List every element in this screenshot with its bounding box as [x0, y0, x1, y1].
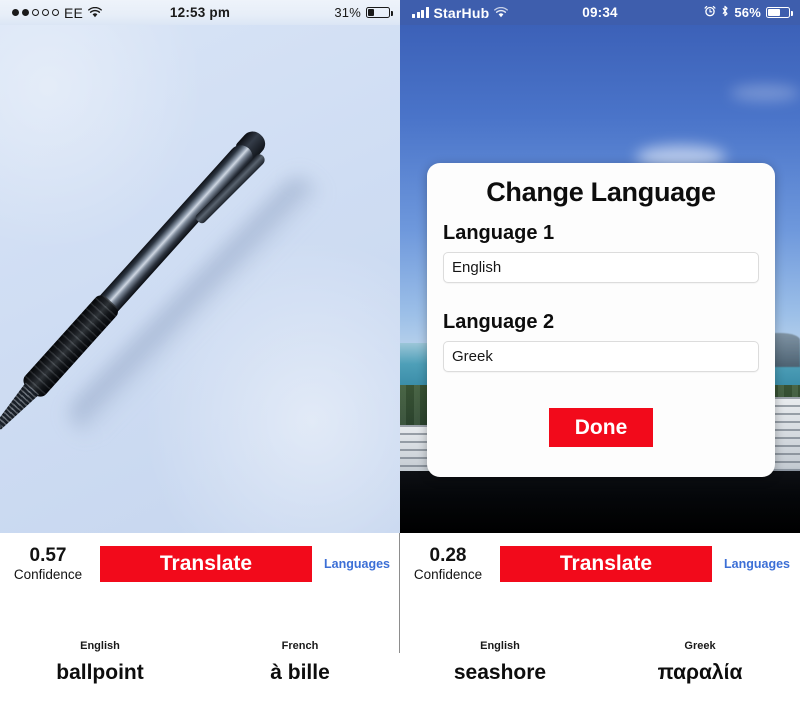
alarm-clock-icon [704, 5, 716, 20]
translate-button[interactable]: Translate [100, 546, 312, 582]
left-confidence-block: 0.57 Confidence [4, 545, 92, 583]
cloud [730, 85, 800, 101]
right-status-bar: StarHub 09:34 56% [400, 0, 800, 25]
confidence-value: 0.28 [429, 544, 467, 566]
language-2-field-group: Language 2 Greek [443, 311, 759, 372]
language-1-input[interactable]: English [443, 252, 759, 283]
result-language-label: English [80, 640, 120, 652]
language-1-label: Language 1 [443, 222, 555, 244]
battery-icon [766, 7, 793, 18]
left-phone-screenshot: EE 12:53 pm 31% 0.57 Confidence Translat… [0, 0, 400, 711]
battery-percent: 56% [734, 5, 761, 20]
dialog-actions: Done [443, 408, 759, 448]
language-1-field-group: Language 1 English [443, 222, 759, 283]
field-spacer [443, 283, 759, 311]
right-bottom-panel: 0.28 Confidence Translate Languages Engl… [400, 533, 800, 711]
result-word: seashore [453, 661, 547, 684]
language-2-label: Language 2 [443, 311, 555, 333]
dialog-title: Change Language [486, 177, 716, 207]
result-target: French à bille [200, 640, 400, 685]
language-2-input[interactable]: Greek [443, 341, 759, 372]
result-word: à bille [270, 661, 330, 684]
bluetooth-icon [721, 5, 729, 20]
left-camera-photo [0, 25, 400, 533]
languages-link[interactable]: Languages [320, 557, 394, 571]
result-language-label: English [480, 640, 520, 652]
translate-button[interactable]: Translate [500, 546, 712, 582]
result-target: Greek παραλία [600, 640, 800, 685]
result-word: ballpoint [56, 661, 144, 684]
result-source: English seashore [400, 640, 600, 685]
battery-icon [366, 7, 393, 18]
panel-divider [399, 533, 400, 653]
right-confidence-block: 0.28 Confidence [404, 545, 492, 583]
confidence-label: Confidence [13, 566, 83, 582]
languages-link[interactable]: Languages [720, 557, 794, 571]
pen-cone [0, 382, 39, 433]
left-status-right-group: 31% [334, 5, 393, 20]
confidence-value: 0.57 [29, 544, 67, 566]
result-language-label: French [281, 640, 319, 652]
left-bottom-panel: 0.57 Confidence Translate Languages Engl… [0, 533, 400, 711]
left-results-row: English ballpoint French à bille [0, 640, 400, 685]
result-language-label: Greek [684, 640, 716, 652]
result-word: παραλία [657, 661, 743, 684]
right-control-row: 0.28 Confidence Translate Languages [400, 533, 800, 595]
right-camera-photo: Change Language Language 1 English Langu… [400, 25, 800, 533]
left-control-row: 0.57 Confidence Translate Languages [0, 533, 400, 595]
left-status-bar: EE 12:53 pm 31% [0, 0, 400, 25]
right-phone-screenshot: StarHub 09:34 56% Change Language Langua… [400, 0, 800, 711]
result-source: English ballpoint [0, 640, 200, 685]
dual-screenshot-stage: EE 12:53 pm 31% 0.57 Confidence Translat… [0, 0, 800, 711]
right-status-right-group: 56% [704, 5, 793, 20]
dark-foreground [400, 471, 800, 533]
right-results-row: English seashore Greek παραλία [400, 640, 800, 685]
confidence-label: Confidence [413, 566, 483, 582]
done-button[interactable]: Done [548, 408, 654, 448]
change-language-dialog: Change Language Language 1 English Langu… [427, 163, 775, 477]
battery-percent: 31% [334, 5, 361, 20]
